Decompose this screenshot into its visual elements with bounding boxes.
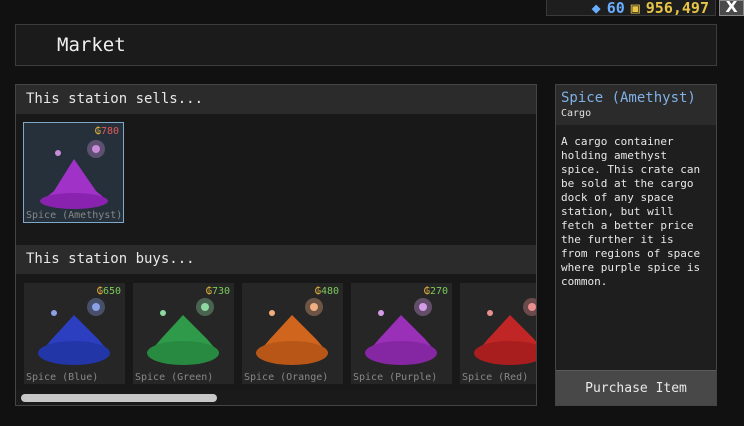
red-spice-icon	[474, 298, 536, 365]
details-category: Cargo	[561, 108, 592, 119]
item-name: Spice (Purple)	[353, 372, 438, 383]
price-value: 650	[102, 286, 121, 297]
item-name: Spice (Orange)	[244, 372, 329, 383]
blue-spice-icon	[38, 298, 110, 365]
sell-item-amethyst[interactable]: ₲780 Spice (Amethyst)	[23, 122, 124, 223]
item-name: Spice (Red)	[462, 372, 529, 383]
purple-spice-icon	[365, 298, 437, 365]
buys-header: This station buys...	[16, 245, 536, 274]
amethyst-spice-icon	[40, 140, 108, 209]
price-label: ₲650	[96, 286, 121, 297]
currency-bar: ◆ 60 ▣ 956,497	[546, 0, 716, 16]
price-label: ₲270	[423, 286, 448, 297]
price-label: ₲480	[314, 286, 339, 297]
page-title: Market	[57, 34, 126, 56]
price-value: 270	[429, 286, 448, 297]
sells-header: This station sells...	[16, 85, 536, 114]
price-label: ₲780	[94, 126, 119, 137]
gem-icon: ◆	[591, 0, 601, 16]
market-title-bar: Market	[15, 24, 717, 66]
item-name: Spice (Blue)	[26, 372, 99, 383]
scrollbar-thumb[interactable]	[21, 394, 217, 402]
item-name: Spice (Amethyst)	[26, 210, 123, 221]
market-panel: This station sells... ₲780 Spice (Amethy…	[15, 84, 537, 406]
buy-item-orange[interactable]: ₲480 Spice (Orange)	[242, 283, 343, 384]
buy-item-purple[interactable]: ₲270 Spice (Purple)	[351, 283, 452, 384]
item-name: Spice (Green)	[135, 372, 214, 383]
price-value: 780	[100, 126, 119, 137]
gem-count: 60	[606, 0, 625, 16]
price-label: ₲730	[205, 286, 230, 297]
details-title: Spice (Amethyst)	[561, 90, 696, 106]
buy-item-blue[interactable]: ₲650 Spice (Blue)	[24, 283, 125, 384]
price-value: 730	[211, 286, 230, 297]
item-details-panel: Spice (Amethyst) Cargo A cargo container…	[555, 84, 717, 406]
buy-item-red[interactable]: ₲ Spice (Red)	[460, 283, 536, 384]
close-button[interactable]: X	[719, 0, 744, 16]
orange-spice-icon	[256, 298, 328, 365]
purchase-button[interactable]: Purchase Item	[556, 370, 716, 405]
price-value: 480	[320, 286, 339, 297]
details-description: A cargo container holding amethyst spice…	[561, 135, 701, 288]
credits-count: 956,497	[645, 0, 709, 16]
credits-icon: ▣	[630, 0, 640, 16]
buy-item-green[interactable]: ₲730 Spice (Green)	[133, 283, 234, 384]
green-spice-icon	[147, 298, 219, 365]
